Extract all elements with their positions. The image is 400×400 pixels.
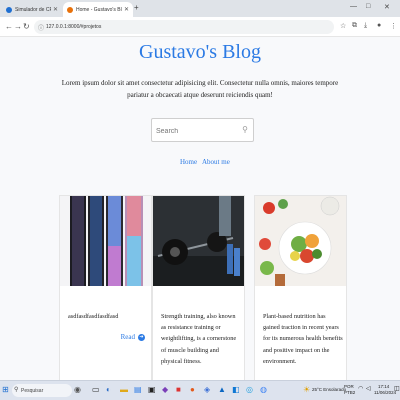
- tab-favicon-icon: [67, 6, 73, 13]
- clock-time[interactable]: 17:14: [378, 384, 389, 389]
- post-card[interactable]: Strength training, also known as resista…: [152, 195, 245, 380]
- barbell-gym-image: [153, 196, 244, 286]
- search-icon[interactable]: ⚲: [242, 125, 248, 134]
- post-card[interactable]: asdfasdfasdfasdfasd Read ➜: [59, 195, 152, 380]
- store-icon[interactable]: ▤: [134, 385, 142, 394]
- windows-start-icon[interactable]: ⊞: [2, 385, 9, 394]
- close-tab-icon[interactable]: ✕: [53, 6, 58, 13]
- address-bar-row: ← → ↻ ⓘ 127.0.0.1:8000/#projetos ☆ ⧉ ⤓ ●…: [0, 17, 400, 37]
- post-card[interactable]: Plant-based nutrition has gained tractio…: [254, 195, 347, 380]
- extensions-icon[interactable]: ⧉: [352, 22, 357, 30]
- smartphones-image: [60, 196, 151, 286]
- post-excerpt: Strength training, also known as resista…: [161, 313, 237, 365]
- read-more-link[interactable]: Read ➜: [121, 333, 145, 341]
- healthy-food-image: [255, 196, 346, 286]
- app-icon[interactable]: ■: [176, 385, 181, 394]
- weather-icon: ☀: [303, 385, 311, 394]
- new-tab-button[interactable]: +: [134, 3, 139, 12]
- teams-icon[interactable]: ◆: [162, 385, 168, 394]
- close-window-icon[interactable]: ✕: [384, 3, 390, 11]
- arrow-right-icon: ➜: [138, 333, 145, 341]
- read-more-label: Read: [120, 333, 135, 341]
- search-icon: ⚲: [14, 387, 19, 393]
- tab-label: Simulador de CPF - 4Devs: [15, 6, 51, 13]
- post-excerpt: Plant-based nutrition has gained tractio…: [263, 313, 343, 365]
- tab-home-blog[interactable]: Home - Gustavo's Blog ✕: [63, 2, 133, 17]
- site-info-icon[interactable]: ⓘ: [38, 23, 44, 32]
- minimize-icon[interactable]: —: [350, 3, 357, 10]
- forward-icon[interactable]: →: [14, 22, 22, 31]
- file-explorer-icon[interactable]: ▬: [120, 385, 128, 394]
- url-text: 127.0.0.1:8000/#projetos: [46, 24, 102, 30]
- emoji-icon[interactable]: ◉: [74, 385, 81, 394]
- url-field[interactable]: ⓘ 127.0.0.1:8000/#projetos: [34, 20, 334, 34]
- bookmark-star-icon[interactable]: ☆: [340, 22, 346, 30]
- os-taskbar: ⊞ ⚲ Pesquisar ◉ ▭ ◐ ▬ ▤ ▣ ◆ ■ ● ◈ ▲ ◧ ◎ …: [0, 380, 400, 400]
- page-viewport: Gustavo's Blog Lorem ipsum dolor sit ame…: [0, 37, 400, 380]
- search-input[interactable]: [156, 125, 236, 137]
- tab-cpf-simulator[interactable]: Simulador de CPF - 4Devs ✕: [2, 2, 62, 17]
- tab-label: Home - Gustavo's Blog: [76, 6, 122, 13]
- keyboard-layout[interactable]: PTB2: [344, 390, 355, 395]
- reload-icon[interactable]: ↻: [23, 22, 30, 31]
- close-tab-icon[interactable]: ✕: [124, 6, 129, 13]
- task-view-icon[interactable]: ▭: [92, 385, 100, 394]
- terminal-icon[interactable]: ▣: [148, 385, 156, 394]
- menu-icon[interactable]: ⋮: [390, 22, 397, 30]
- app-icon[interactable]: ◎: [246, 385, 253, 394]
- app-icon[interactable]: ●: [190, 385, 195, 394]
- blog-title: Gustavo's Blog: [139, 41, 261, 63]
- profile-avatar-icon[interactable]: ●: [377, 22, 381, 29]
- search-box[interactable]: ⚲: [151, 118, 254, 142]
- app-icon[interactable]: ▲: [218, 385, 226, 394]
- browser-tab-bar: Simulador de CPF - 4Devs ✕ Home - Gustav…: [0, 0, 400, 17]
- edge-browser-icon[interactable]: ◐: [106, 385, 111, 394]
- tab-favicon-icon: [6, 6, 12, 13]
- nav-about-link[interactable]: About me: [202, 158, 230, 166]
- wifi-icon[interactable]: ◠: [358, 385, 363, 392]
- language-indicator[interactable]: POR: [344, 384, 354, 389]
- back-icon[interactable]: ←: [5, 22, 13, 31]
- weather-text[interactable]: 25°C Ensolarado: [312, 387, 346, 392]
- volume-icon[interactable]: ◁: [366, 385, 371, 392]
- chrome-icon[interactable]: ◍: [260, 385, 267, 394]
- notifications-icon[interactable]: ◫: [394, 385, 400, 392]
- maximize-icon[interactable]: □: [366, 3, 370, 10]
- post-excerpt: asdfasdfasdfasdfasd: [68, 313, 119, 320]
- taskbar-search-label: Pesquisar: [21, 387, 44, 394]
- app-icon[interactable]: ◈: [204, 385, 210, 394]
- nav-home-link[interactable]: Home: [180, 158, 197, 166]
- clock-date[interactable]: 11/06/2024: [374, 390, 396, 395]
- taskbar-search[interactable]: ⚲ Pesquisar: [12, 384, 72, 397]
- vscode-icon[interactable]: ◧: [232, 385, 240, 394]
- downloads-icon[interactable]: ⤓: [364, 22, 367, 30]
- blog-intro: Lorem ipsum dolor sit amet consectetur a…: [61, 79, 339, 99]
